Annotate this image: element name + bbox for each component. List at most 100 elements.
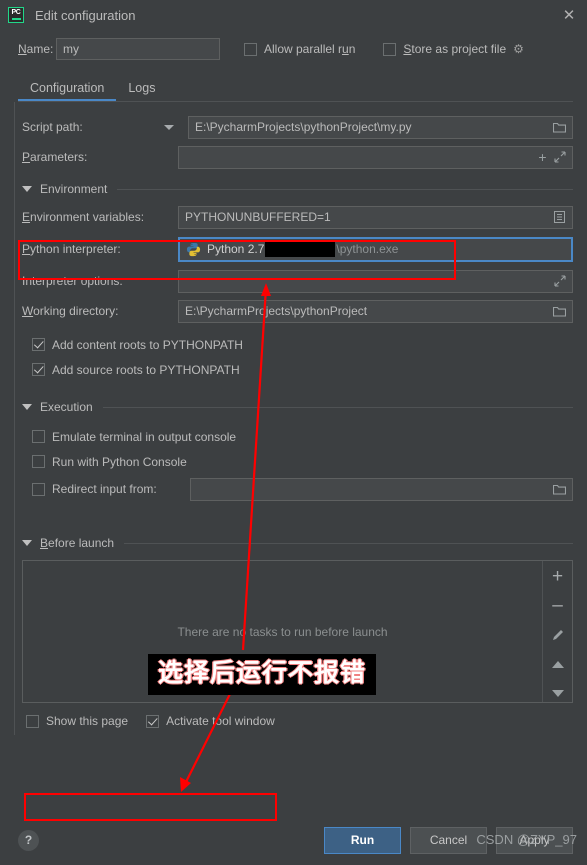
show-this-page-box[interactable] — [26, 714, 39, 728]
folder-icon[interactable] — [551, 119, 568, 136]
help-icon[interactable]: ? — [18, 829, 39, 851]
title-bar: PC Edit configuration ✕ — [0, 0, 587, 30]
python-interpreter-label: Python interpreter: — [22, 242, 121, 256]
name-row: Name: Allow parallel run Store as projec… — [0, 30, 587, 60]
left-rail — [14, 102, 15, 735]
parameters-row: Parameters: + — [0, 142, 587, 172]
execution-section-title: Execution — [40, 400, 93, 414]
dialog-footer: ? Run Cancel Apply — [0, 815, 587, 865]
expand-icon[interactable] — [551, 273, 568, 290]
triangle-down-icon[interactable] — [22, 186, 32, 192]
working-directory-label: Working directory: — [22, 304, 119, 318]
interpreter-options-row: Interpreter options: — [0, 266, 587, 296]
script-path-field[interactable]: E:\PycharmProjects\pythonProject\my.py — [188, 115, 573, 139]
tab-bar: Configuration Logs — [0, 72, 587, 102]
add-source-roots-checkbox[interactable]: Add source roots to PYTHONPATH — [0, 357, 587, 382]
activate-tool-window-box[interactable] — [146, 714, 160, 728]
environment-variables-label: Environment variables: — [22, 210, 145, 224]
pencil-icon[interactable] — [549, 626, 567, 644]
cancel-button[interactable]: Cancel — [410, 826, 487, 854]
parameters-field[interactable]: + — [178, 145, 573, 169]
working-directory-value: E:\PycharmProjects\pythonProject — [185, 304, 368, 318]
before-launch-empty-text: There are no tasks to run before launch — [177, 624, 388, 639]
configuration-pane: Script path: E:\PycharmProjects\pythonPr… — [0, 102, 587, 735]
working-directory-row: Working directory: E:\PycharmProjects\py… — [0, 296, 587, 326]
chevron-down-icon[interactable] — [158, 124, 180, 130]
python-interpreter-row: Python interpreter: Python 2.7 \python.e… — [0, 232, 587, 266]
redacted-path — [265, 241, 336, 257]
script-path-value: E:\PycharmProjects\pythonProject\my.py — [195, 120, 412, 134]
python-interpreter-value-suffix: \python.exe — [336, 242, 399, 256]
run-with-console-label: Run with Python Console — [52, 454, 187, 469]
run-with-console-checkbox[interactable]: Run with Python Console — [0, 449, 587, 474]
tab-configuration[interactable]: Configuration — [18, 81, 117, 102]
redirect-input-row: Redirect input from: — [0, 474, 587, 504]
section-divider — [102, 406, 573, 408]
move-down-button[interactable] — [549, 684, 567, 702]
store-as-project-file-label: Store as project file — [403, 42, 507, 56]
environment-variables-value: PYTHONUNBUFFERED=1 — [185, 210, 331, 224]
redirect-input-box[interactable] — [32, 482, 45, 496]
annotation-note: 选择后运行不报错 — [148, 654, 377, 695]
environment-section-header[interactable]: Environment — [0, 176, 587, 202]
python-interpreter-combobox[interactable]: Python 2.7 \python.exe — [178, 236, 573, 262]
python-interpreter-value-prefix: Python 2.7 — [207, 242, 265, 256]
add-content-roots-checkbox[interactable]: Add content roots to PYTHONPATH — [0, 332, 587, 357]
move-up-button[interactable] — [549, 655, 567, 673]
script-path-row: Script path: E:\PycharmProjects\pythonPr… — [0, 112, 587, 142]
tab-logs[interactable]: Logs — [116, 81, 167, 102]
allow-parallel-run-checkbox[interactable]: Allow parallel run — [244, 42, 355, 56]
show-this-page-label: Show this page — [46, 714, 129, 728]
gear-icon[interactable]: ⚙ — [513, 42, 526, 56]
redirect-input-label: Redirect input from: — [52, 482, 157, 496]
list-edit-icon[interactable] — [551, 209, 568, 226]
python-icon — [186, 242, 201, 257]
apply-button[interactable]: Apply — [496, 826, 573, 854]
triangle-down-icon[interactable] — [22, 404, 32, 410]
script-path-label: Script path: — [22, 120, 83, 134]
close-icon[interactable]: ✕ — [561, 7, 577, 23]
add-content-roots-label: Add content roots to PYTHONPATH — [52, 337, 243, 352]
emulate-terminal-box[interactable] — [32, 430, 45, 443]
name-input[interactable] — [56, 38, 220, 60]
redirect-input-field[interactable] — [190, 477, 573, 501]
allow-parallel-run-box[interactable] — [244, 42, 257, 56]
add-source-roots-label: Add source roots to PYTHONPATH — [52, 362, 240, 377]
remove-task-button[interactable]: – — [549, 596, 567, 615]
pycharm-icon-label: PC — [11, 9, 21, 16]
section-divider — [117, 188, 573, 190]
activate-tool-window-label: Activate tool window — [166, 714, 275, 728]
plus-icon[interactable]: + — [534, 149, 551, 166]
folder-icon[interactable] — [551, 481, 568, 498]
add-source-roots-box[interactable] — [32, 363, 45, 376]
window-title: Edit configuration — [35, 7, 136, 23]
name-label: Name: — [18, 42, 54, 56]
run-button[interactable]: Run — [324, 826, 401, 854]
allow-parallel-run-label: Allow parallel run — [264, 42, 356, 56]
bottom-options-row: Show this page Activate tool window — [0, 707, 587, 735]
before-launch-section-header[interactable]: Before launch — [0, 530, 587, 556]
emulate-terminal-label: Emulate terminal in output console — [52, 429, 237, 444]
interpreter-options-label: Interpreter options: — [22, 274, 123, 288]
before-launch-section-title: Before launch — [40, 536, 115, 550]
environment-variables-row: Environment variables: PYTHONUNBUFFERED=… — [0, 202, 587, 232]
section-divider — [124, 542, 573, 544]
store-as-project-file-checkbox[interactable]: Store as project file ⚙ — [383, 42, 526, 56]
pycharm-icon-bar — [11, 18, 21, 20]
environment-section-title: Environment — [40, 182, 108, 196]
triangle-down-icon[interactable] — [22, 540, 32, 546]
parameters-label: Parameters: — [22, 150, 88, 164]
environment-variables-field[interactable]: PYTHONUNBUFFERED=1 — [178, 205, 573, 229]
emulate-terminal-checkbox[interactable]: Emulate terminal in output console — [0, 424, 587, 449]
before-launch-toolbar: + – — [542, 561, 572, 702]
add-task-button[interactable]: + — [549, 567, 567, 586]
pycharm-icon: PC — [8, 7, 24, 23]
working-directory-field[interactable]: E:\PycharmProjects\pythonProject — [178, 299, 573, 323]
folder-icon[interactable] — [551, 303, 568, 320]
execution-section-header[interactable]: Execution — [0, 394, 587, 420]
add-content-roots-box[interactable] — [32, 338, 45, 351]
expand-icon[interactable] — [551, 149, 568, 166]
interpreter-options-field[interactable] — [178, 269, 573, 293]
store-as-project-file-box[interactable] — [383, 42, 397, 56]
run-with-console-box[interactable] — [32, 455, 45, 468]
